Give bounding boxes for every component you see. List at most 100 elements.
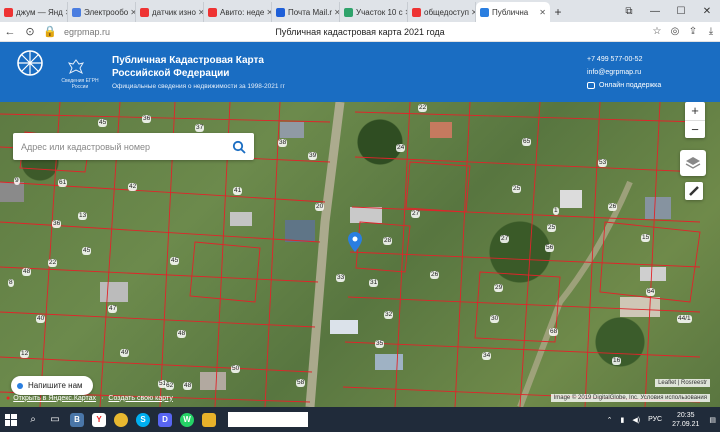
plot-number[interactable]: 15	[641, 234, 651, 242]
plot-number[interactable]: 61	[58, 179, 68, 187]
plot-number[interactable]: 44/1	[677, 315, 692, 323]
url-field[interactable]: egrpmap.ru	[64, 27, 110, 37]
zoom-out-button[interactable]: −	[685, 120, 705, 138]
back-icon[interactable]: ←	[0, 26, 20, 38]
plot-number[interactable]: 25	[512, 185, 522, 193]
minimize-icon[interactable]: —	[642, 6, 668, 17]
plot-number[interactable]: 58	[296, 379, 306, 387]
plot-number[interactable]: 49	[120, 349, 130, 357]
plot-number[interactable]: 42	[128, 183, 138, 191]
plot-number[interactable]: 36	[52, 220, 62, 228]
plot-number[interactable]: 13	[78, 212, 88, 220]
network-icon[interactable]: ▮	[621, 416, 625, 424]
close-icon[interactable]: ✕	[469, 8, 475, 17]
plot-number[interactable]: 48	[22, 268, 32, 276]
close-icon[interactable]: ✕	[264, 8, 271, 17]
close-icon[interactable]: ✕	[332, 8, 339, 17]
plot-number[interactable]: 31	[369, 279, 379, 287]
map-attribution[interactable]: Leaflet | Rosreestr	[655, 379, 710, 387]
protect-icon[interactable]: ◎	[666, 26, 684, 37]
plot-number[interactable]: 41	[233, 187, 243, 195]
plot-number[interactable]: 38	[278, 139, 288, 147]
plot-number[interactable]: 28	[383, 237, 393, 245]
plot-number[interactable]: 24	[396, 144, 406, 152]
search-taskbar-icon[interactable]: ⌕	[22, 407, 44, 432]
chrome-icon[interactable]	[110, 407, 132, 432]
tab-search-icon[interactable]: ⧉	[616, 6, 642, 17]
clock[interactable]: 20:35 27.09.21	[672, 411, 699, 429]
plot-number[interactable]: 8	[8, 279, 14, 287]
create-map-link[interactable]: Создать свою карту	[108, 395, 172, 402]
browser-tab[interactable]: джум — Янд✕	[0, 2, 68, 22]
plot-number[interactable]: 1	[553, 207, 559, 215]
file-explorer-icon[interactable]	[198, 407, 220, 432]
browser-tab[interactable]: Участок 10 с✕	[340, 2, 408, 22]
plot-number[interactable]: 30	[490, 315, 500, 323]
plot-number[interactable]: 25	[547, 224, 557, 232]
plot-number[interactable]: 39	[308, 152, 318, 160]
plot-number[interactable]: 48	[183, 382, 193, 390]
plot-number[interactable]: 40	[36, 315, 46, 323]
globe-logo-icon[interactable]	[16, 49, 44, 77]
open-yandex-link[interactable]: Открыть в Яндекс.Картах	[13, 395, 96, 402]
plot-number[interactable]: 22	[418, 104, 428, 112]
layers-button[interactable]	[680, 150, 706, 176]
plot-number[interactable]: 20	[315, 203, 325, 211]
plot-number[interactable]: 64	[646, 288, 656, 296]
location-marker-icon[interactable]	[348, 232, 362, 252]
bookmark-icon[interactable]: ☆	[648, 26, 666, 37]
browser-tab[interactable]: Электрообо✕	[68, 2, 136, 22]
plot-number[interactable]: 45	[170, 257, 180, 265]
plot-number[interactable]: 35	[375, 340, 385, 348]
search-icon[interactable]	[232, 140, 246, 154]
plot-number[interactable]: 62	[165, 382, 175, 390]
browser-tab[interactable]: общедоступ✕	[408, 2, 476, 22]
plot-number[interactable]: 27	[411, 210, 421, 218]
start-icon[interactable]	[0, 407, 22, 432]
plot-number[interactable]: 45	[82, 247, 92, 255]
plot-number[interactable]: 48	[177, 330, 187, 338]
plot-number[interactable]: 26	[430, 271, 440, 279]
plot-number[interactable]: 22	[48, 259, 58, 267]
plot-number[interactable]: 33	[336, 274, 346, 282]
close-window-icon[interactable]: ✕	[694, 6, 720, 17]
search-input[interactable]: Адрес или кадастровый номер	[13, 133, 254, 160]
plot-number[interactable]: 53	[598, 159, 608, 167]
browser-tab[interactable]: Авито: неде✕	[204, 2, 272, 22]
skype-icon[interactable]: S	[132, 407, 154, 432]
plot-number[interactable]: 29	[494, 284, 504, 292]
plot-number[interactable]: 45	[98, 119, 108, 127]
tray-arrow-icon[interactable]: ⌃	[607, 416, 613, 424]
plot-number[interactable]: 68	[549, 328, 559, 336]
close-icon[interactable]: ✕	[196, 8, 203, 17]
language-indicator[interactable]: РУС	[648, 416, 662, 423]
phone-link[interactable]: +7 499 577-00-52	[587, 53, 661, 66]
ruler-button[interactable]	[685, 182, 703, 200]
browser-tab[interactable]: датчик изно✕	[136, 2, 204, 22]
cadastral-map[interactable]: 36 37 38 39 45 65 22 24 45 42 53 9 13 61…	[0, 102, 720, 407]
volume-icon[interactable]: ◀)	[632, 416, 640, 424]
plot-number[interactable]: 65	[522, 138, 532, 146]
online-support-link[interactable]: Онлайн поддержка	[587, 79, 661, 92]
notifications-icon[interactable]: ▤	[709, 416, 716, 424]
close-icon[interactable]: ✕	[128, 8, 135, 17]
plot-number[interactable]: 16	[612, 357, 622, 365]
email-link[interactable]: info@egrpmap.ru	[587, 66, 661, 79]
discord-icon[interactable]: D	[154, 407, 176, 432]
browser-tab-active[interactable]: Публична ✕	[476, 2, 550, 22]
downloads-icon[interactable]: ⤓	[702, 26, 720, 37]
task-view-icon[interactable]: ▭	[44, 407, 66, 432]
maximize-icon[interactable]: ☐	[668, 6, 694, 17]
plot-number[interactable]: 12	[20, 350, 30, 358]
plot-number[interactable]: 9	[14, 177, 20, 185]
plot-number[interactable]: 37	[195, 124, 205, 132]
close-icon[interactable]: ✕	[537, 8, 546, 17]
plot-number[interactable]: 36	[142, 115, 152, 123]
plot-number[interactable]: 50	[231, 365, 241, 373]
browser-tab[interactable]: Почта Mail.r✕	[272, 2, 340, 22]
imagery-attribution[interactable]: Image © 2019 DigitalGlobe, Inc. Условия …	[550, 394, 710, 402]
vk-app-icon[interactable]: В	[66, 407, 88, 432]
share-icon[interactable]: ⇪	[684, 26, 702, 37]
taskbar-search-field[interactable]	[228, 412, 308, 427]
whatsapp-icon[interactable]: W	[176, 407, 198, 432]
